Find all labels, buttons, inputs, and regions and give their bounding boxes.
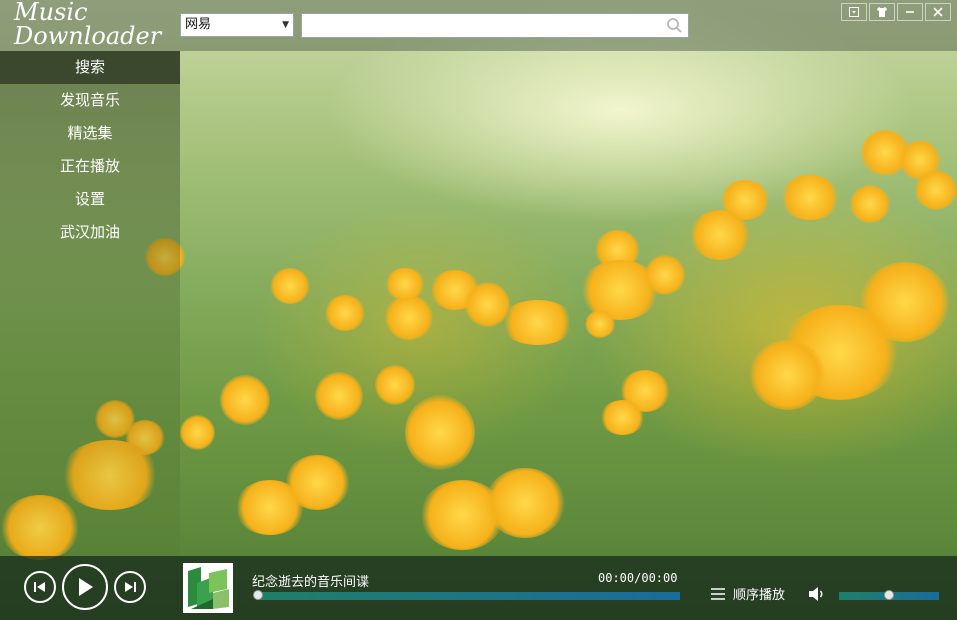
- chevron-down-icon: ▼: [282, 20, 289, 30]
- next-button[interactable]: [114, 571, 146, 603]
- time-display: 00:00/00:00: [598, 571, 678, 585]
- flower: [325, 295, 365, 331]
- flower: [485, 468, 565, 538]
- source-select-value: 网易: [185, 17, 212, 32]
- list-icon[interactable]: [711, 588, 725, 600]
- progress-knob[interactable]: [253, 590, 263, 600]
- flower: [780, 175, 840, 220]
- flower: [220, 375, 270, 425]
- flower: [850, 185, 890, 223]
- flower: [600, 400, 645, 435]
- window-controls: [841, 3, 951, 21]
- sidebar-item-discover[interactable]: 发现音乐: [0, 84, 180, 117]
- player-bar: 纪念逝去的音乐间谍 00:00/00:00 顺序播放: [0, 556, 957, 620]
- flower: [315, 372, 363, 420]
- flower: [645, 255, 685, 295]
- sidebar: 搜索 发现音乐 精选集 正在播放 设置 武汉加油: [0, 51, 180, 556]
- minimize-icon[interactable]: [897, 3, 923, 21]
- sidebar-item-now-playing[interactable]: 正在播放: [0, 150, 180, 183]
- progress-bar[interactable]: [253, 590, 680, 600]
- flower: [405, 395, 475, 470]
- previous-button[interactable]: [24, 571, 56, 603]
- sidebar-item-search[interactable]: 搜索: [0, 51, 180, 84]
- flower: [750, 340, 825, 410]
- shirt-icon[interactable]: [869, 3, 895, 21]
- album-cover[interactable]: [183, 563, 233, 613]
- sidebar-item-collections[interactable]: 精选集: [0, 117, 180, 150]
- album-logo-icon: [183, 563, 233, 613]
- flower: [385, 268, 425, 300]
- play-mode-label[interactable]: 顺序播放: [733, 584, 785, 603]
- search-input[interactable]: [301, 13, 689, 38]
- flower: [285, 455, 350, 510]
- flower: [585, 310, 615, 338]
- previous-icon: [34, 582, 45, 592]
- flower: [500, 300, 575, 345]
- app-logo: Music Downloader: [14, 0, 162, 50]
- play-button[interactable]: [62, 564, 108, 610]
- volume-slider[interactable]: [839, 590, 939, 600]
- flower: [270, 268, 310, 304]
- sidebar-item-wuhan[interactable]: 武汉加油: [0, 216, 180, 249]
- flower: [180, 415, 215, 450]
- sidebar-item-settings[interactable]: 设置: [0, 183, 180, 216]
- flower: [915, 170, 957, 210]
- source-select[interactable]: 网易 ▼: [180, 13, 294, 37]
- search-icon[interactable]: [666, 17, 683, 34]
- volume-knob[interactable]: [884, 590, 894, 600]
- song-title: 纪念逝去的音乐间谍: [252, 575, 370, 590]
- close-icon[interactable]: [925, 3, 951, 21]
- volume-icon[interactable]: [808, 586, 826, 602]
- title-bar: Music Downloader 网易 ▼: [0, 0, 957, 51]
- flower: [690, 210, 750, 260]
- flower: [375, 365, 415, 405]
- next-icon: [125, 582, 136, 592]
- flower: [385, 295, 433, 340]
- skin-menu-icon[interactable]: [841, 3, 867, 21]
- play-icon: [79, 578, 93, 596]
